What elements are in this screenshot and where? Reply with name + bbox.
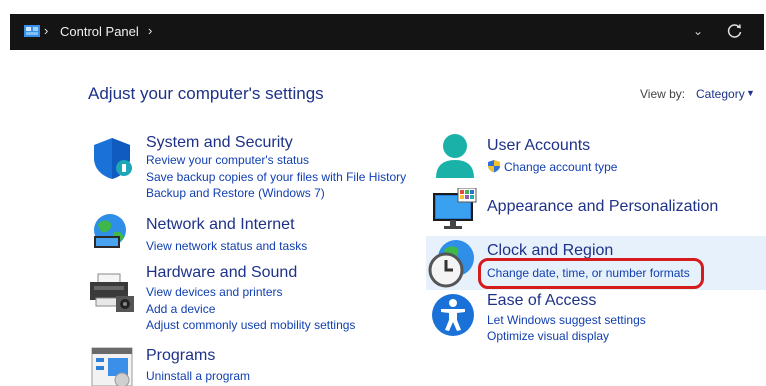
link-windows-suggest-settings[interactable]: Let Windows suggest settings bbox=[487, 313, 646, 327]
view-by-label: View by: bbox=[640, 87, 686, 101]
chevron-down-icon[interactable]: ⌄ bbox=[693, 24, 703, 38]
window-header: › Control Panel › ⌄ bbox=[0, 0, 766, 66]
shield-icon bbox=[94, 138, 132, 179]
link-change-account-type[interactable]: Change account type bbox=[504, 160, 617, 174]
link-review-status[interactable]: Review your computer's status bbox=[146, 153, 309, 167]
link-optimize-visual-display[interactable]: Optimize visual display bbox=[487, 329, 609, 343]
category-title-appearance[interactable]: Appearance and Personalization bbox=[487, 198, 718, 216]
page-title: Adjust your computer's settings bbox=[88, 84, 324, 103]
printer-icon bbox=[90, 273, 134, 312]
category-title-system-security[interactable]: System and Security bbox=[146, 134, 293, 152]
view-by-dropdown[interactable]: Category bbox=[696, 87, 745, 101]
link-backup-restore[interactable]: Backup and Restore (Windows 7) bbox=[146, 186, 325, 200]
caret-down-icon[interactable]: ▼ bbox=[746, 88, 755, 98]
link-mobility-settings[interactable]: Adjust commonly used mobility settings bbox=[146, 318, 355, 332]
clock-globe-icon bbox=[428, 240, 474, 288]
link-devices-printers[interactable]: View devices and printers bbox=[146, 285, 283, 299]
chevron-right-icon[interactable]: › bbox=[148, 23, 152, 38]
control-panel-icon bbox=[24, 25, 40, 37]
refresh-icon[interactable] bbox=[726, 22, 744, 40]
annotation-red-outline bbox=[478, 258, 704, 289]
breadcrumb-control-panel[interactable]: Control Panel bbox=[60, 24, 139, 39]
address-bar[interactable]: › Control Panel › ⌄ bbox=[10, 14, 764, 50]
user-icon bbox=[436, 134, 474, 178]
link-uninstall-program[interactable]: Uninstall a program bbox=[146, 369, 250, 383]
category-title-hardware[interactable]: Hardware and Sound bbox=[146, 264, 297, 282]
chevron-right-icon: › bbox=[44, 23, 49, 38]
link-file-history[interactable]: Save backup copies of your files with Fi… bbox=[146, 170, 406, 184]
category-title-ease-of-access[interactable]: Ease of Access bbox=[487, 292, 596, 310]
network-globe-icon bbox=[94, 214, 126, 248]
uac-shield-icon bbox=[488, 160, 500, 173]
accessibility-icon bbox=[432, 294, 474, 336]
link-network-status[interactable]: View network status and tasks bbox=[146, 239, 307, 253]
link-add-device[interactable]: Add a device bbox=[146, 302, 215, 316]
monitor-icon bbox=[433, 188, 477, 229]
category-title-programs[interactable]: Programs bbox=[146, 347, 215, 365]
category-title-user-accounts[interactable]: User Accounts bbox=[487, 137, 590, 155]
category-title-network[interactable]: Network and Internet bbox=[146, 216, 295, 234]
programs-icon bbox=[91, 347, 133, 386]
